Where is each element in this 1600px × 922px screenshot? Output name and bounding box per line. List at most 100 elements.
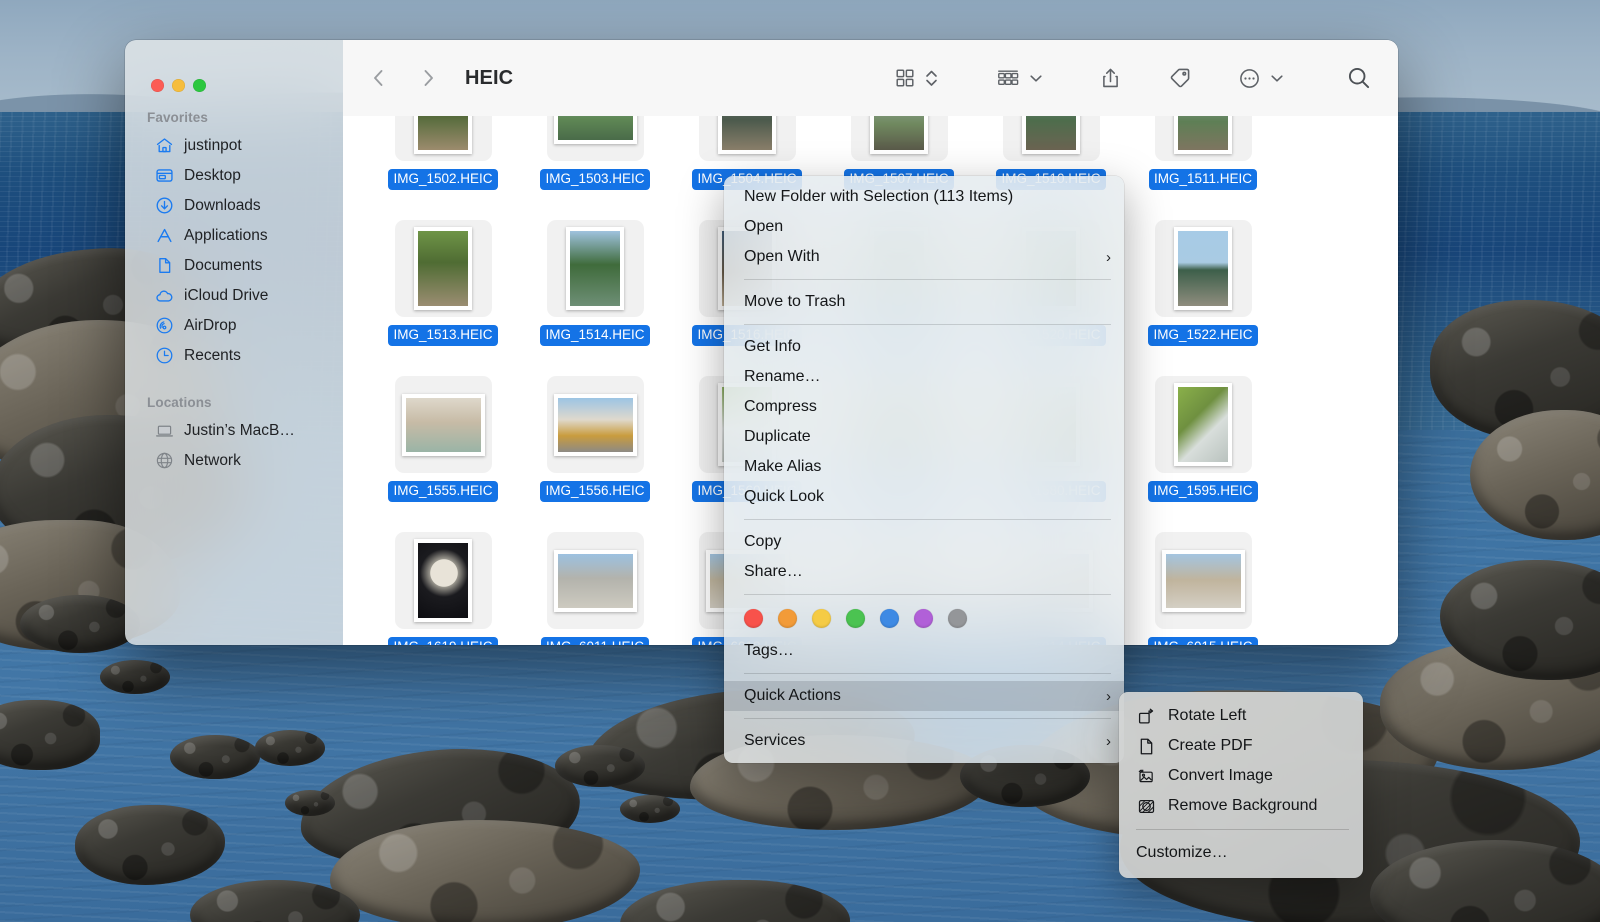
file-name-label: IMG_1556.HEIC xyxy=(540,481,649,502)
tag-color-gray[interactable] xyxy=(948,609,967,628)
maximize-window-button[interactable] xyxy=(193,79,206,92)
sidebar-item-downloads[interactable]: Downloads xyxy=(133,191,335,220)
wallpaper-rock xyxy=(0,700,100,770)
group-by-controls[interactable] xyxy=(996,67,1043,89)
clock-icon xyxy=(155,346,174,365)
file-name-label: IMG_1555.HEIC xyxy=(388,481,497,502)
menu-item-make-alias[interactable]: Make Alias xyxy=(724,452,1124,482)
submenu-item-convert-image[interactable]: Convert Image xyxy=(1119,761,1363,791)
menu-item-compress[interactable]: Compress xyxy=(724,392,1124,422)
submenu-item-label: Convert Image xyxy=(1168,767,1273,785)
minimize-window-button[interactable] xyxy=(172,79,185,92)
submenu-item-customize[interactable]: Customize… xyxy=(1119,838,1363,868)
tag-color-purple[interactable] xyxy=(914,609,933,628)
sidebar-item-documents[interactable]: Documents xyxy=(133,251,335,280)
view-controls[interactable] xyxy=(894,66,938,90)
menu-item-quick-look[interactable]: Quick Look xyxy=(724,482,1124,512)
chevron-down-icon[interactable] xyxy=(1270,71,1284,85)
sidebar-item-airdrop[interactable]: AirDrop xyxy=(133,311,335,340)
thumbnail xyxy=(1155,116,1252,161)
thumbnail xyxy=(547,220,644,317)
laptop-icon xyxy=(155,421,174,440)
file-item[interactable]: IMG_1511.HEIC xyxy=(1127,116,1279,216)
file-item[interactable]: IMG_1513.HEIC xyxy=(367,216,519,372)
submenu-item-rotate-left[interactable]: Rotate Left xyxy=(1119,701,1363,731)
menu-item-quick-actions[interactable]: Quick Actions › xyxy=(724,681,1124,711)
tag-color-red[interactable] xyxy=(744,609,763,628)
menu-item-rename[interactable]: Rename… xyxy=(724,362,1124,392)
menu-item-services[interactable]: Services › xyxy=(724,726,1124,756)
file-item[interactable]: IMG_1514.HEIC xyxy=(519,216,671,372)
menu-item-tags[interactable]: Tags… xyxy=(724,636,1124,666)
wallpaper-rock xyxy=(620,795,680,823)
menu-item-share[interactable]: Share… xyxy=(724,557,1124,587)
file-item[interactable]: IMG_1502.HEIC xyxy=(367,116,519,216)
chevron-right-icon: › xyxy=(1106,689,1111,704)
forward-button[interactable] xyxy=(411,61,445,95)
tag-icon[interactable] xyxy=(1168,66,1192,90)
download-circle-icon xyxy=(155,196,174,215)
sidebar-item-justins-macbook[interactable]: Justin’s MacB… xyxy=(133,416,335,445)
more-controls[interactable] xyxy=(1238,67,1284,90)
sidebar-item-label: Desktop xyxy=(184,167,241,185)
wallpaper-rock xyxy=(20,595,140,653)
search-icon[interactable] xyxy=(1346,65,1372,91)
menu-separator xyxy=(744,324,1111,325)
submenu-item-create-pdf[interactable]: Create PDF xyxy=(1119,731,1363,761)
menu-separator xyxy=(744,519,1111,520)
tag-color-yellow[interactable] xyxy=(812,609,831,628)
menu-item-label: Duplicate xyxy=(744,428,811,446)
chevron-updown-icon[interactable] xyxy=(925,66,938,90)
sidebar-item-justinpot[interactable]: justinpot xyxy=(133,131,335,160)
file-item[interactable]: IMG_1556.HEIC xyxy=(519,372,671,528)
close-window-button[interactable] xyxy=(151,79,164,92)
thumbnail xyxy=(1155,376,1252,473)
tag-color-row[interactable] xyxy=(724,602,1124,636)
file-item[interactable]: IMG_1595.HEIC xyxy=(1127,372,1279,528)
sidebar-item-label: Downloads xyxy=(184,197,261,215)
submenu-item-remove-background[interactable]: Remove Background xyxy=(1119,791,1363,821)
file-item[interactable]: IMG_1503.HEIC xyxy=(519,116,671,216)
submenu-item-label: Create PDF xyxy=(1168,737,1252,755)
remove-background-icon xyxy=(1136,796,1156,816)
group-icon[interactable] xyxy=(996,67,1020,89)
sidebar-item-applications[interactable]: Applications xyxy=(133,221,335,250)
sidebar-item-recents[interactable]: Recents xyxy=(133,341,335,370)
menu-item-label: Share… xyxy=(744,563,803,581)
sidebar-item-icloud-drive[interactable]: iCloud Drive xyxy=(133,281,335,310)
ellipsis-circle-icon[interactable] xyxy=(1238,67,1261,90)
tag-color-green[interactable] xyxy=(846,609,865,628)
rotate-left-icon xyxy=(1136,706,1156,726)
create-pdf-icon xyxy=(1136,736,1156,756)
sidebar-item-desktop[interactable]: Desktop xyxy=(133,161,335,190)
menu-item-get-info[interactable]: Get Info xyxy=(724,332,1124,362)
quick-actions-submenu[interactable]: Rotate Left Create PDF Convert Image Rem… xyxy=(1119,692,1363,878)
grid-icon[interactable] xyxy=(894,67,916,89)
menu-item-open-with[interactable]: Open With › xyxy=(724,242,1124,272)
sidebar-item-label: Applications xyxy=(184,227,268,245)
back-button[interactable] xyxy=(361,61,395,95)
menu-item-move-to-trash[interactable]: Move to Trash xyxy=(724,287,1124,317)
file-name-label: IMG_6015.HEIC xyxy=(1148,637,1257,645)
share-icon[interactable] xyxy=(1099,66,1122,90)
tag-color-orange[interactable] xyxy=(778,609,797,628)
file-item[interactable]: IMG_1522.HEIC xyxy=(1127,216,1279,372)
thumbnail xyxy=(1155,220,1252,317)
tag-color-blue[interactable] xyxy=(880,609,899,628)
menu-item-new-folder-with-selection[interactable]: New Folder with Selection (113 Items) xyxy=(724,182,1124,212)
file-item[interactable]: IMG_1619.HEIC xyxy=(367,528,519,645)
menu-item-copy[interactable]: Copy xyxy=(724,527,1124,557)
menu-item-label: New Folder with Selection (113 Items) xyxy=(744,188,1013,206)
sidebar-item-network[interactable]: Network xyxy=(133,446,335,475)
menu-item-duplicate[interactable]: Duplicate xyxy=(724,422,1124,452)
wallpaper-rock xyxy=(330,820,640,922)
context-menu[interactable]: New Folder with Selection (113 Items) Op… xyxy=(724,176,1124,763)
file-item[interactable]: IMG_6015.HEIC xyxy=(1127,528,1279,645)
thumbnail xyxy=(547,376,644,473)
file-item[interactable]: IMG_1555.HEIC xyxy=(367,372,519,528)
chevron-down-icon[interactable] xyxy=(1029,71,1043,85)
wallpaper-rock xyxy=(555,745,645,787)
file-item[interactable]: IMG_6011.HEIC xyxy=(519,528,671,645)
sidebar-item-label: iCloud Drive xyxy=(184,287,268,305)
menu-item-open[interactable]: Open xyxy=(724,212,1124,242)
